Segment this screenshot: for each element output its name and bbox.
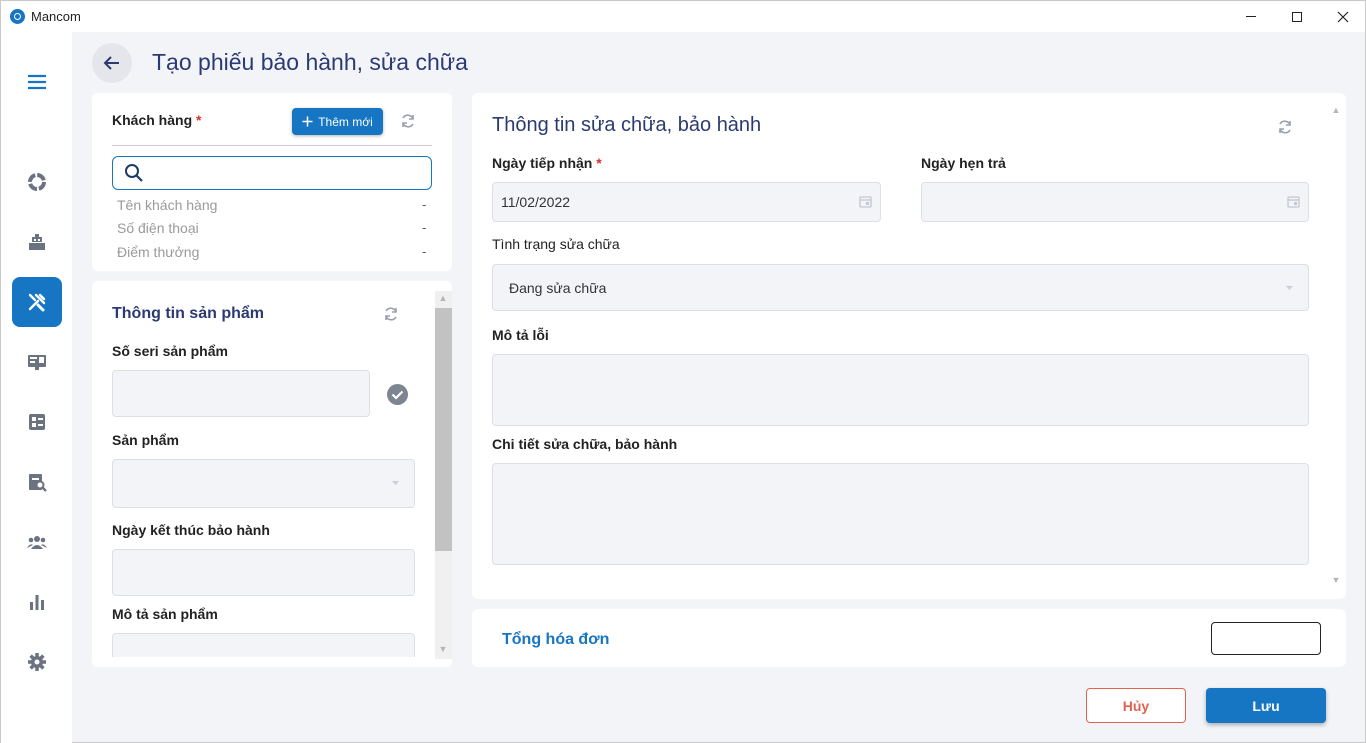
bar-chart-icon [30, 595, 44, 610]
customer-phone-value: - [422, 220, 427, 235]
app-window: Mancom Tạo phiếu bảo hành, sửa chữa Khác… [0, 0, 1366, 743]
sidebar-menu-button[interactable] [12, 57, 62, 107]
customer-phone-label: Số điện thoại [117, 220, 199, 236]
sidebar-item-repair[interactable] [12, 277, 62, 327]
monitor-icon [28, 355, 46, 370]
calendar-icon[interactable] [1287, 195, 1300, 208]
close-icon [1337, 11, 1349, 22]
total-label: Tổng hóa đơn [502, 631, 610, 648]
error-description-input[interactable] [492, 354, 1309, 426]
repair-scroll-down-icon[interactable]: ▼ [1328, 575, 1344, 585]
sidebar-item-devices[interactable] [12, 337, 62, 387]
customer-label: Khách hàng * [112, 112, 202, 128]
sidebar-item-catalog[interactable] [12, 397, 62, 447]
received-date-value: 11/02/2022 [501, 194, 571, 210]
received-date-input[interactable]: 11/02/2022 [492, 182, 881, 222]
minimize-button[interactable] [1228, 1, 1274, 32]
tools-icon [28, 293, 46, 312]
cancel-button[interactable]: Hủy [1086, 688, 1186, 723]
status-label: Tình trạng sửa chữa [492, 236, 620, 252]
arrow-left-icon [103, 56, 119, 70]
refresh-customer-icon[interactable] [399, 112, 417, 130]
product-select[interactable] [112, 459, 415, 508]
add-customer-button[interactable]: Thêm mới [292, 108, 383, 135]
return-date-label: Ngày hẹn trả [921, 155, 1006, 171]
total-value-field[interactable] [1211, 622, 1321, 655]
repair-detail-input[interactable] [492, 463, 1309, 565]
sidebar-item-lookup[interactable] [12, 457, 62, 507]
sidebar-item-sales[interactable] [12, 217, 62, 267]
refresh-repair-icon[interactable] [1276, 118, 1294, 136]
repair-section-title: Thông tin sửa chữa, bảo hành [492, 114, 762, 136]
customer-points-value: - [422, 244, 427, 259]
add-customer-label: Thêm mới [318, 114, 373, 129]
repair-scroll-up-icon[interactable]: ▲ [1328, 105, 1344, 115]
title-bar: Mancom [1, 1, 1365, 32]
product-description-label: Mô tả sản phẩm [112, 606, 218, 622]
status-select[interactable]: Đang sửa chữa [492, 264, 1309, 311]
search-report-icon [29, 474, 47, 492]
dropdown-arrow-icon [1286, 286, 1293, 290]
warranty-end-label: Ngày kết thúc bảo hành [112, 522, 270, 538]
sidebar-item-dashboard[interactable] [12, 157, 62, 207]
sidebar-item-settings[interactable] [12, 637, 62, 687]
received-date-label: Ngày tiếp nhận * [492, 155, 602, 171]
app-title: Mancom [31, 9, 81, 24]
dashboard-icon [28, 173, 46, 191]
sidebar [1, 32, 72, 743]
dropdown-arrow-icon [392, 481, 399, 485]
customer-points-label: Điểm thưởng [117, 244, 200, 260]
menu-icon [28, 74, 46, 90]
check-circle-icon[interactable] [386, 383, 409, 406]
sidebar-item-reports[interactable] [12, 577, 62, 627]
serial-input[interactable] [112, 370, 370, 417]
customer-search-input[interactable] [112, 156, 432, 190]
search-icon [125, 164, 143, 182]
customer-name-value: - [422, 197, 427, 212]
status-value: Đang sửa chữa [509, 279, 607, 296]
save-button[interactable]: Lưu [1206, 688, 1326, 723]
plus-icon [302, 116, 313, 127]
serial-label: Số seri sản phẩm [112, 343, 228, 359]
back-button[interactable] [92, 43, 132, 83]
maximize-icon [1292, 11, 1302, 22]
users-icon [27, 536, 47, 549]
cash-register-icon [29, 234, 45, 250]
gear-icon [28, 653, 46, 671]
repair-detail-label: Chi tiết sửa chữa, bảo hành [492, 436, 678, 452]
return-date-input[interactable] [921, 182, 1309, 222]
warranty-end-input[interactable] [112, 549, 415, 596]
sidebar-item-customers[interactable] [12, 517, 62, 567]
product-scrollbar-thumb[interactable] [435, 308, 452, 551]
minimize-icon [1246, 16, 1256, 17]
customer-divider [112, 145, 432, 146]
scroll-up-icon[interactable]: ▲ [435, 293, 451, 303]
close-button[interactable] [1320, 1, 1366, 32]
refresh-product-icon[interactable] [382, 305, 400, 323]
customer-name-label: Tên khách hàng [117, 197, 218, 213]
product-label: Sản phẩm [112, 432, 179, 448]
app-logo-icon [10, 9, 25, 24]
scroll-down-icon[interactable]: ▼ [435, 644, 451, 654]
product-description-input[interactable] [112, 633, 415, 657]
catalog-icon [29, 414, 45, 430]
page-title: Tạo phiếu bảo hành, sửa chữa [152, 49, 468, 75]
error-description-label: Mô tả lỗi [492, 327, 549, 343]
calendar-icon[interactable] [859, 195, 872, 208]
product-section-title: Thông tin sản phẩm [112, 305, 264, 322]
maximize-button[interactable] [1274, 1, 1320, 32]
